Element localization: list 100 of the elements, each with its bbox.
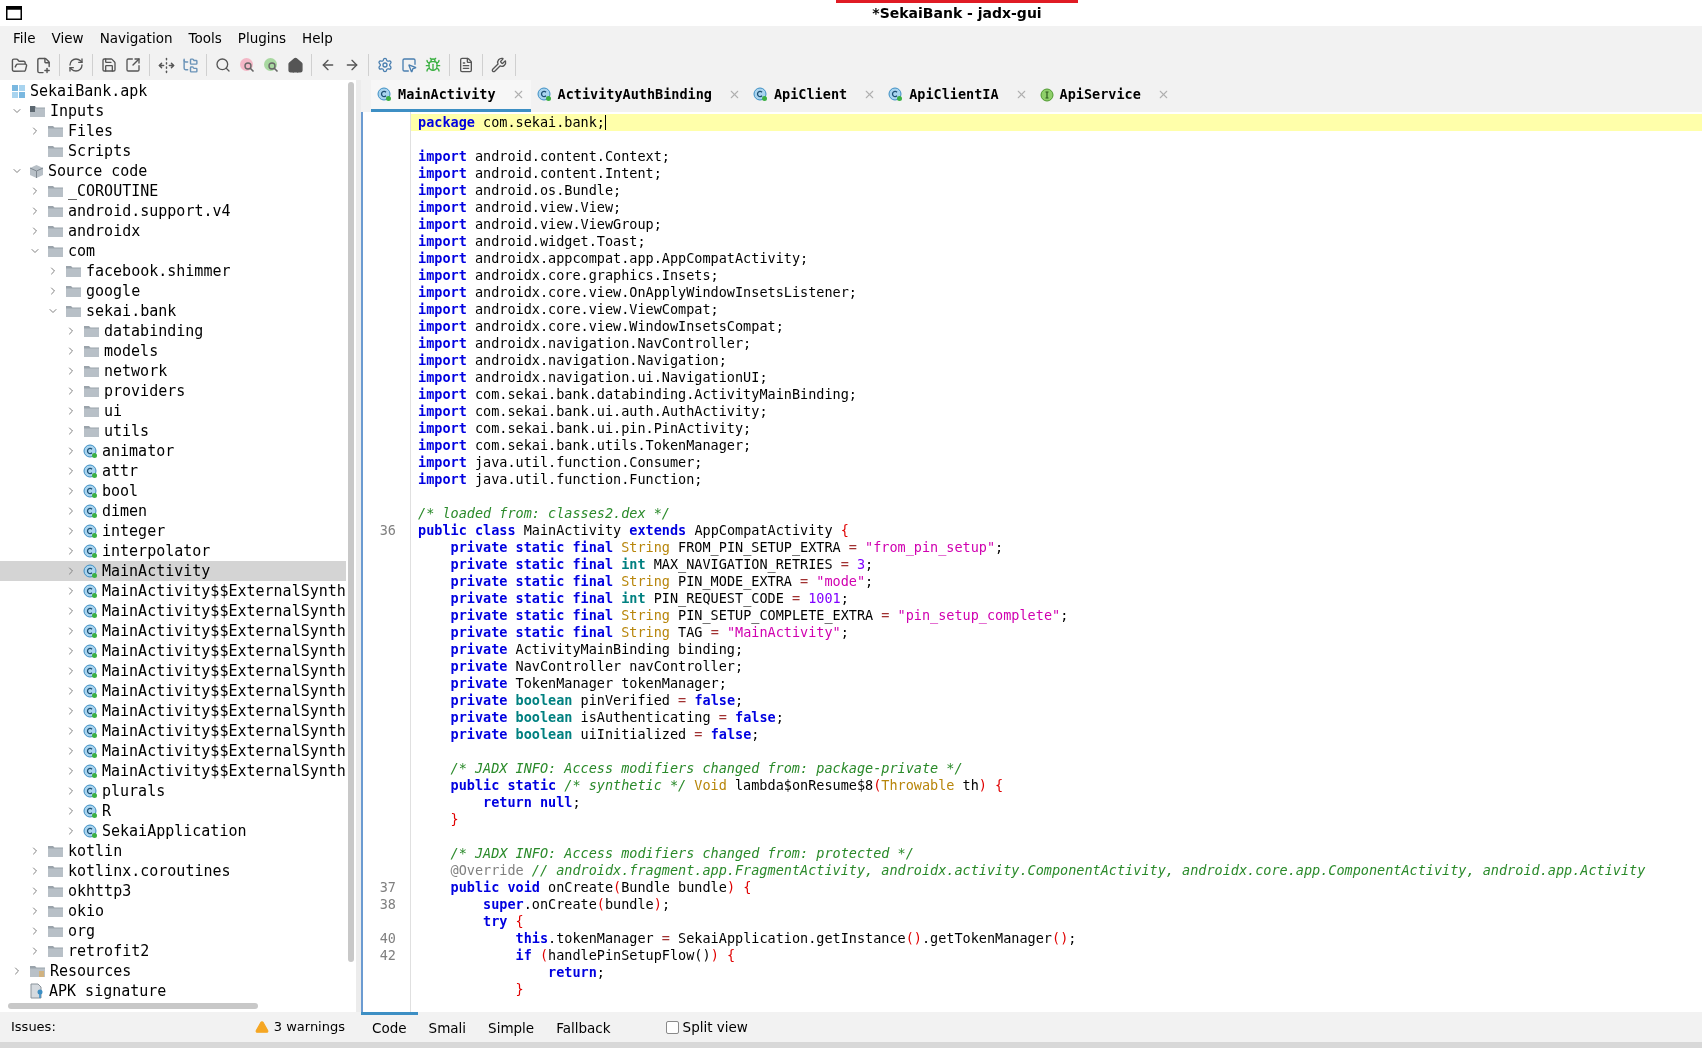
menu-item[interactable]: Plugins [230,27,294,49]
checkbox-label[interactable]: Split view [682,1016,748,1038]
tree-item[interactable]: Files [0,121,346,141]
tree-item[interactable]: org [0,921,346,941]
tree-item[interactable]: animator [0,441,346,461]
tree-item[interactable]: kotlinx.coroutines [0,861,346,881]
code-line: try { [482,913,524,930]
menu-item[interactable]: View [44,27,91,49]
tree-item[interactable]: MainActivity$$ExternalSynth [0,681,346,701]
tree-item[interactable]: android.support.v4 [0,201,346,221]
tree-item[interactable]: MainActivity$$ExternalSynth [0,601,346,621]
editor-tab[interactable]: ApiClientIA [882,80,1034,112]
tree-item[interactable]: facebook.shimmer [0,261,346,281]
warning-icon [254,1020,269,1034]
tree-item[interactable]: MainActivity$$ExternalSynth [0,641,346,661]
tree-item[interactable]: MainActivity$$ExternalSynth [0,721,346,741]
tree-item[interactable]: interpolator [0,541,346,561]
code-line: import com.sekai.bank.ui.pin.PinActivity; [418,420,752,437]
tree-item[interactable]: SekaiApplication [0,821,346,841]
tree-item[interactable]: MainActivity [0,561,346,581]
tree-item[interactable]: Inputs [0,101,346,121]
grid-icon [11,83,26,99]
scrollbar[interactable] [8,1003,258,1009]
menu-item[interactable]: File [6,27,43,49]
folder-icon [47,924,64,938]
code-line: private boolean isAuthenticating = false; [449,709,784,726]
tree-item[interactable]: attr [0,461,346,481]
line-number: 42 [379,947,396,964]
class-icon [83,603,98,619]
tree-item[interactable]: network [0,361,346,381]
tree-item[interactable]: SekaiBank.apk [0,81,346,101]
folder-icon [29,104,46,118]
scrollbar[interactable] [348,82,354,962]
code-line: /* JADX INFO: Access modifiers changed from: package-private */ [449,760,963,777]
checkbox[interactable] [665,1020,679,1034]
tree-item[interactable]: okhttp3 [0,881,346,901]
code-line: import androidx.navigation.NavController; [418,335,752,352]
tree-item[interactable]: R [0,801,346,821]
tree-item[interactable]: google [0,281,346,301]
tree-item[interactable]: kotlin [0,841,346,861]
view-tab[interactable]: Simple [477,1012,546,1042]
folder-icon [47,184,64,198]
tree-item[interactable]: Source code [0,161,346,181]
tree-item[interactable]: retrofit2 [0,941,346,961]
editor-tab[interactable]: ApiClient [747,80,883,112]
view-tab[interactable]: Code [361,1012,418,1042]
class-icon [83,623,98,639]
class-icon [83,463,98,479]
tree-item[interactable]: providers [0,381,346,401]
tree-item[interactable]: MainActivity$$ExternalSynth [0,701,346,721]
tree-item[interactable]: models [0,341,346,361]
code-line: import androidx.core.view.OnApplyWindowInsetsListener; [418,284,857,301]
folder-icon [65,284,82,298]
tree-item[interactable]: integer [0,521,346,541]
code-line: private boolean pinVerified = false; [449,692,744,709]
code-line: } [449,811,459,828]
code-line: if (handlePinSetupFlow()) { [514,947,735,964]
code-line: import android.os.Bundle; [418,182,622,199]
tree-item[interactable]: _COROUTINE [0,181,346,201]
view-tab[interactable]: Smali [417,1012,478,1042]
tree-item[interactable]: MainActivity$$ExternalSynth [0,741,346,761]
menu-item[interactable]: Navigation [92,27,180,49]
tree-item[interactable]: sekai.bank [0,301,346,321]
editor-tab[interactable]: ApiService [1033,80,1176,112]
tree-item[interactable]: MainActivity$$ExternalSynth [0,581,346,601]
tree-item[interactable]: databinding [0,321,346,341]
code-line: return null; [482,794,581,811]
folder-icon [65,304,82,318]
close-icon[interactable] [728,88,741,101]
line-number: 40 [379,930,396,947]
menu-item[interactable]: Tools [181,27,229,49]
tree-item[interactable]: MainActivity$$ExternalSynth [0,761,346,781]
tree-item[interactable]: Scripts [0,141,346,161]
tree-item[interactable]: APK signature [0,981,346,1000]
tree-item[interactable]: MainActivity$$ExternalSynth [0,661,346,681]
editor-tab[interactable]: ActivityAuthBinding [530,80,747,112]
code-line: import android.widget.Toast; [418,233,646,250]
tree-item[interactable]: com [0,241,346,261]
tree-item[interactable]: bool [0,481,346,501]
tree-item[interactable]: ui [0,401,346,421]
class-icon [83,643,98,659]
tree-item[interactable]: androidx [0,221,346,241]
folder-icon [83,424,100,438]
view-tab[interactable]: Fallback [545,1012,622,1042]
code-line: /* loaded from: classes2.dex */ [418,505,670,522]
folder-icon [47,124,64,138]
folder-icon [47,884,64,898]
warnings-link[interactable]: 3 warnings [254,1017,345,1037]
folder-icon [47,904,64,918]
code-line: import androidx.appcompat.app.AppCompatActivity; [418,250,809,267]
line-number: 37 [379,879,396,896]
tree-item[interactable]: MainActivity$$ExternalSynth [0,621,346,641]
tree-item[interactable]: dimen [0,501,346,521]
tree-item[interactable]: utils [0,421,346,441]
menu-item[interactable]: Help [295,27,340,49]
editor-tab[interactable]: MainActivity [371,80,531,112]
tree-item[interactable]: okio [0,901,346,921]
code-line: import androidx.navigation.Navigation; [418,352,727,369]
tree-item[interactable]: Resources [0,961,346,981]
tree-item[interactable]: plurals [0,781,346,801]
